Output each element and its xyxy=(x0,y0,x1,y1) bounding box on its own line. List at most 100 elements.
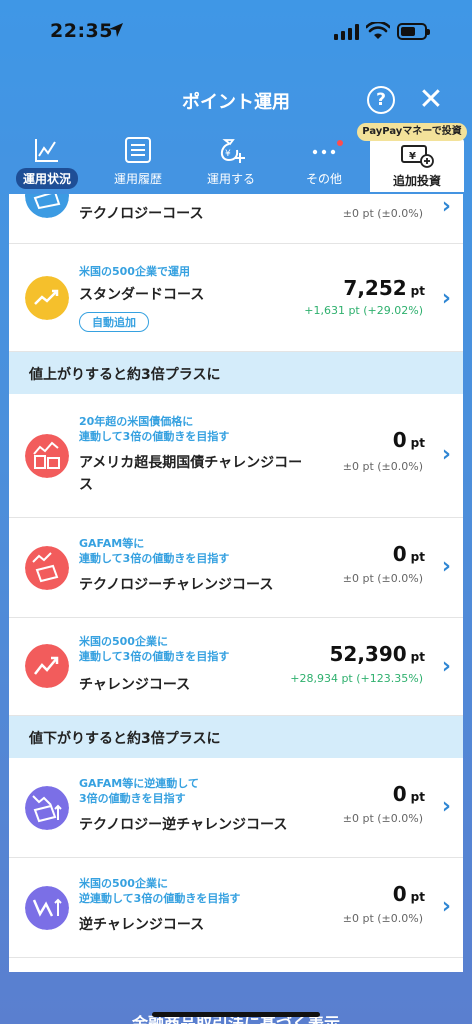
course-delta: +28,934 pt (+123.35%) xyxy=(290,672,423,685)
amount-unit: pt xyxy=(410,436,425,450)
line-chart-icon xyxy=(35,139,58,162)
lead-line: 連動して3倍の値動きを目指す xyxy=(79,552,230,565)
course-delta: ±0 pt (±0.0%) xyxy=(342,572,423,585)
amount-unit: pt xyxy=(410,550,425,564)
tab-additional-invest[interactable]: ¥ 追加投資 xyxy=(370,138,464,192)
course-row-challenge[interactable]: 米国の500企業に連動して3倍の値動きを目指す チャレンジコース 52,390 p… xyxy=(9,618,463,716)
tab-label: 運用履歴 xyxy=(113,172,162,186)
chevron-right-icon: › xyxy=(441,654,451,679)
chevron-right-icon: › xyxy=(441,286,451,311)
course-amount: 7,252 pt xyxy=(343,276,425,300)
chevron-right-icon: › xyxy=(441,194,451,219)
name-line: ス xyxy=(79,477,93,493)
tab-status[interactable]: 運用状況 xyxy=(2,136,92,196)
lead-line: 連動して3倍の値動きを目指す xyxy=(79,430,230,443)
status-time: 22:35 xyxy=(50,20,113,42)
page-title: ポイント運用 xyxy=(182,92,290,113)
course-delta: ±0 pt (±0.0%) xyxy=(342,912,423,925)
course-lead: GAFAM等に連動して3倍の値動きを目指す xyxy=(79,536,229,566)
auto-add-badge: 自動追加 xyxy=(79,312,149,332)
chevron-right-icon: › xyxy=(441,894,451,919)
home-indicator[interactable] xyxy=(152,1012,320,1017)
amount-value: 0 xyxy=(392,782,407,806)
cellular-signal-icon xyxy=(334,24,359,40)
trend-inverse-icon xyxy=(25,886,69,930)
location-arrow-icon xyxy=(109,23,123,37)
course-list: テクノロジーコース ±0 pt (±0.0%) › 米国の500企業で運用 スタ… xyxy=(9,194,463,972)
course-row-technology-inverse[interactable]: GAFAM等に逆連動して 3倍の値動きを目指す テクノロジー逆チャレンジコース 0… xyxy=(9,758,463,858)
course-delta: ±0 pt (±0.0%) xyxy=(342,460,423,473)
chevron-right-icon: › xyxy=(441,442,451,467)
svg-text:¥: ¥ xyxy=(225,149,231,159)
amount-value: 0 xyxy=(392,428,407,452)
trend-up-icon xyxy=(25,276,69,320)
amount-value: 0 xyxy=(392,542,407,566)
course-name: アメリカ超長期国債チャレンジコース xyxy=(79,452,302,496)
course-amount: 0 pt xyxy=(393,428,425,452)
section-header-up: 値上がりすると約3倍プラスに xyxy=(9,352,463,394)
course-row-us-bond-challenge[interactable]: 20年超の米国債価格に連動して3倍の値動きを目指す アメリカ超長期国債チャレンジ… xyxy=(9,394,463,518)
more-dots-icon xyxy=(312,149,336,155)
course-name: 逆チャレンジコース xyxy=(79,917,205,933)
amount-unit: pt xyxy=(410,790,425,804)
course-amount: 0 pt xyxy=(393,882,425,906)
amount-value: 7,252 xyxy=(343,276,407,300)
amount-value: 0 xyxy=(392,882,407,906)
section-header-down: 値下がりすると約3倍プラスに xyxy=(9,716,463,758)
money-bag-plus-icon: ¥ xyxy=(220,139,245,163)
chevron-right-icon: › xyxy=(441,554,451,579)
course-name: チャレンジコース xyxy=(79,677,191,693)
amount-value: 52,390 xyxy=(329,642,407,666)
lead-line: 米国の500企業に xyxy=(79,635,168,648)
amount-unit: pt xyxy=(410,890,425,904)
paypay-badge: PayPayマネーで投資 xyxy=(357,123,467,141)
status-bar: 22:35 xyxy=(0,0,472,62)
lead-line: GAFAM等に xyxy=(79,537,145,550)
lead-line: 3倍の値動きを目指す xyxy=(79,792,186,805)
bond-chart-icon xyxy=(25,434,69,478)
course-lead: 米国の500企業に連動して3倍の値動きを目指す xyxy=(79,634,229,664)
course-name: テクノロジーコース xyxy=(79,206,204,222)
lead-line: 米国の500企業に xyxy=(79,877,168,890)
close-button[interactable]: ✕ xyxy=(416,85,446,115)
tab-invest[interactable]: ¥ 運用する xyxy=(186,136,276,196)
course-row-technology[interactable]: テクノロジーコース ±0 pt (±0.0%) › xyxy=(9,194,463,244)
lead-line: 逆連動して3倍の値動きを目指す xyxy=(79,892,241,905)
amount-unit: pt xyxy=(410,650,425,664)
tab-label: 運用する xyxy=(206,172,255,186)
svg-text:¥: ¥ xyxy=(409,151,416,162)
course-delta: +1,631 pt (+29.02%) xyxy=(304,304,423,317)
course-lead: 米国の500企業に逆連動して3倍の値動きを目指す xyxy=(79,876,240,906)
course-amount: 0 pt xyxy=(393,782,425,806)
course-row-inverse-challenge[interactable]: 米国の500企業に逆連動して3倍の値動きを目指す 逆チャレンジコース 0 pt ±… xyxy=(9,858,463,958)
help-button[interactable]: ? xyxy=(367,86,395,114)
list-icon xyxy=(125,137,151,163)
lead-line: 連動して3倍の値動きを目指す xyxy=(79,650,230,663)
tab-history[interactable]: 運用履歴 xyxy=(93,136,183,196)
lead-line: GAFAM等に逆連動して xyxy=(79,777,199,790)
course-amount: 0 pt xyxy=(393,542,425,566)
chevron-right-icon: › xyxy=(441,794,451,819)
trend-up-icon xyxy=(25,644,69,688)
laptop-inverse-icon xyxy=(25,786,69,830)
wifi-icon xyxy=(366,22,390,39)
laptop-chart-icon xyxy=(25,546,69,590)
amount-unit: pt xyxy=(410,284,425,298)
course-delta: ±0 pt (±0.0%) xyxy=(342,207,423,220)
battery-icon xyxy=(397,23,430,40)
course-row-technology-challenge[interactable]: GAFAM等に連動して3倍の値動きを目指す テクノロジーチャレンジコース 0 pt… xyxy=(9,518,463,618)
wallet-plus-icon: ¥ xyxy=(401,145,434,168)
tab-label: 運用状況 xyxy=(15,168,78,189)
course-row-standard[interactable]: 米国の500企業で運用 スタンダードコース 自動追加 7,252 pt +1,63… xyxy=(9,244,463,352)
course-amount: 52,390 pt xyxy=(329,642,425,666)
course-lead: 米国の500企業で運用 xyxy=(79,265,190,278)
course-lead: 20年超の米国債価格に連動して3倍の値動きを目指す xyxy=(79,414,229,444)
course-name: テクノロジーチャレンジコース xyxy=(79,577,274,593)
course-name: スタンダードコース xyxy=(79,287,205,303)
course-lead: GAFAM等に逆連動して 3倍の値動きを目指す xyxy=(79,776,199,806)
laptop-icon xyxy=(25,194,69,218)
course-name: テクノロジー逆チャレンジコース xyxy=(79,817,288,833)
name-line: アメリカ超長期国債チャレンジコー xyxy=(79,455,303,471)
lead-line: 20年超の米国債価格に xyxy=(79,415,194,428)
tab-other[interactable]: その他 xyxy=(279,136,369,196)
